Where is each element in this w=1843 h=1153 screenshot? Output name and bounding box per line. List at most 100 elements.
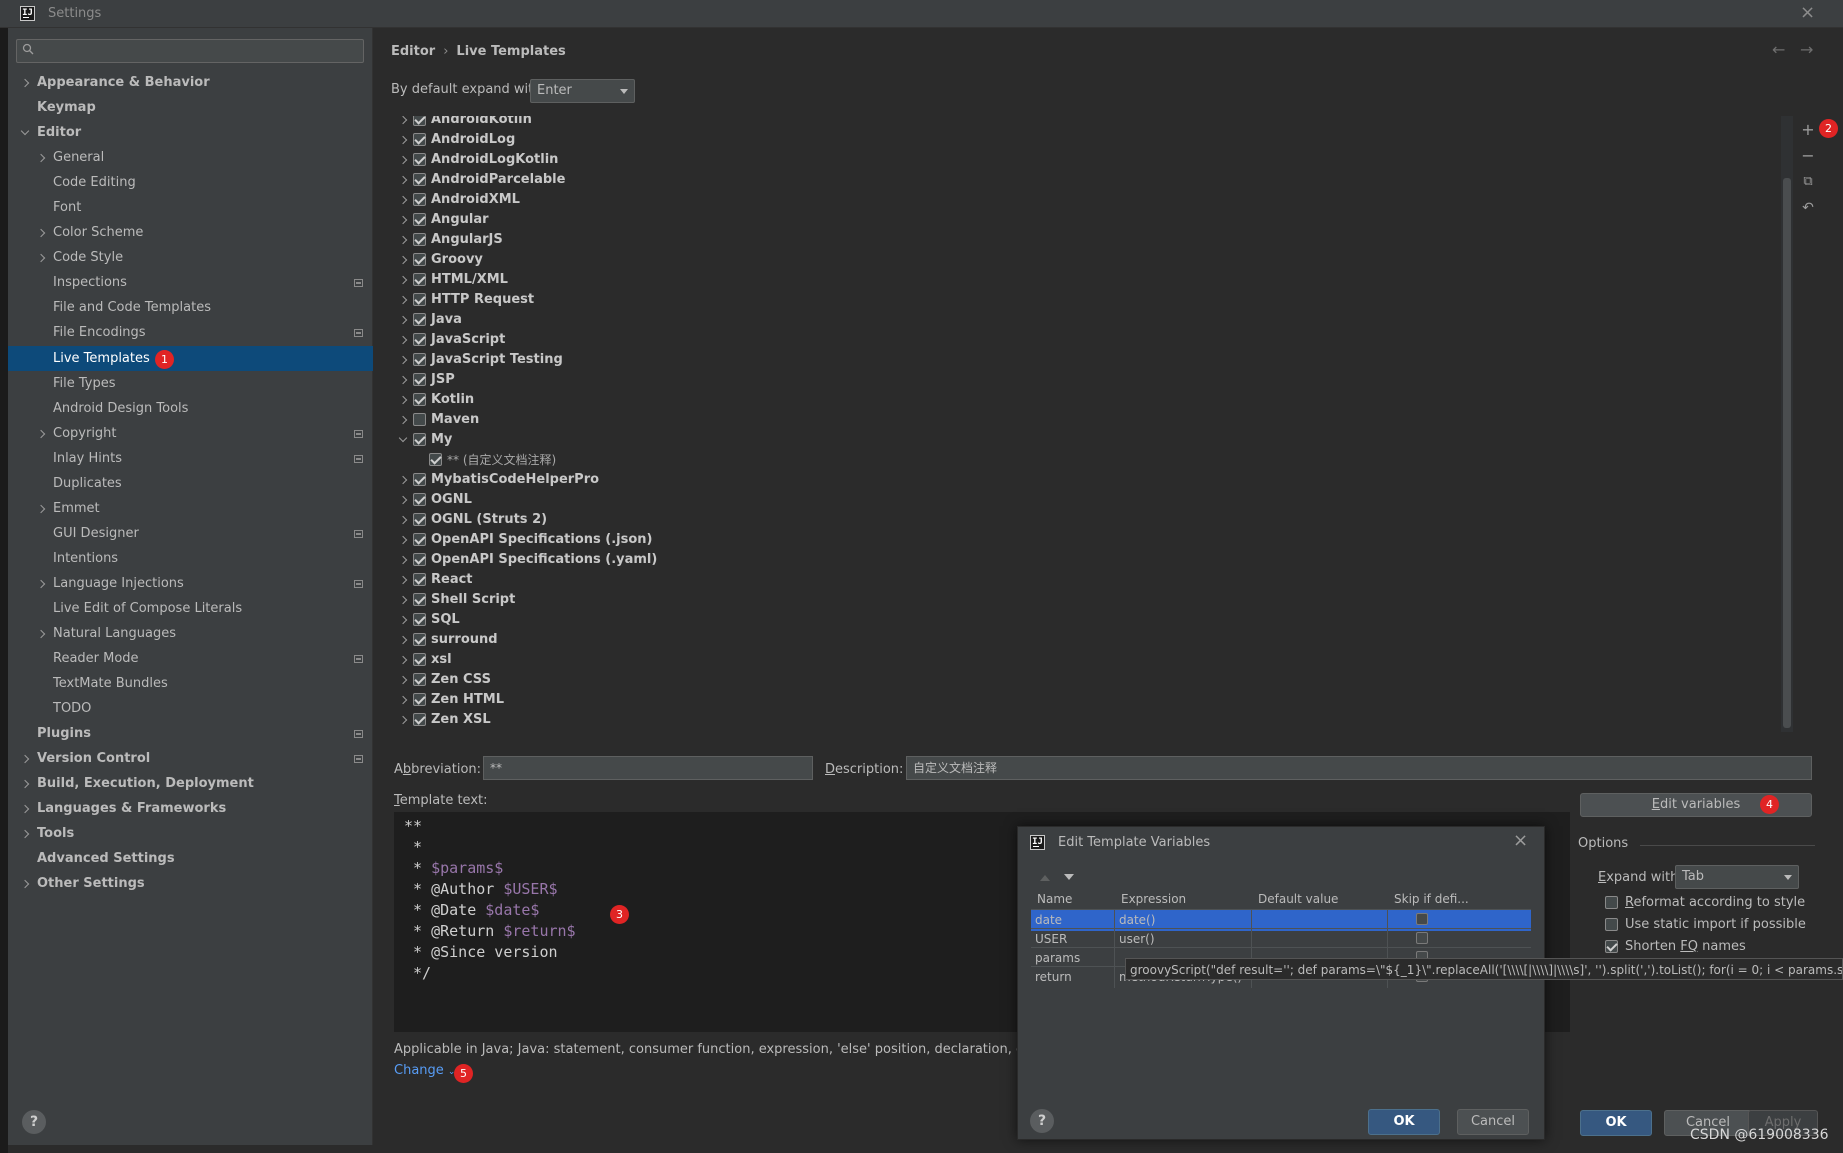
chevron-right-icon[interactable] [398, 295, 408, 305]
template-group-row[interactable]: AngularJS [391, 230, 1791, 250]
chevron-right-icon[interactable] [398, 495, 408, 505]
chevron-right-icon[interactable] [398, 415, 408, 425]
sidebar-item-file-code-templates[interactable]: File and Code Templates [53, 295, 211, 320]
abbreviation-field[interactable]: ** [483, 756, 813, 780]
template-checkbox[interactable] [413, 693, 426, 706]
template-group-row[interactable]: Zen HTML [391, 690, 1791, 710]
chevron-right-icon[interactable] [398, 235, 408, 245]
chevron-right-icon[interactable] [398, 555, 408, 565]
template-checkbox[interactable] [413, 253, 426, 266]
template-group-row[interactable]: AndroidLogKotlin [391, 150, 1791, 170]
template-checkbox[interactable] [413, 673, 426, 686]
sidebar-item-gui-designer[interactable]: GUI Designer [53, 521, 139, 546]
sidebar-item-duplicates[interactable]: Duplicates [53, 471, 122, 496]
template-group-row[interactable]: JavaScript Testing [391, 350, 1791, 370]
template-group-row[interactable]: JSP [391, 370, 1791, 390]
template-checkbox[interactable] [413, 413, 426, 426]
template-checkbox[interactable] [413, 493, 426, 506]
sidebar-item-emmet[interactable]: Emmet [53, 496, 100, 521]
template-group-row[interactable]: MybatisCodeHelperPro [391, 470, 1791, 490]
template-group-row[interactable]: Zen CSS [391, 670, 1791, 690]
sidebar-item-version-control[interactable]: Version Control [37, 746, 150, 771]
chevron-right-icon[interactable] [398, 215, 408, 225]
template-checkbox[interactable] [429, 453, 442, 466]
sidebar-item-natural-languages[interactable]: Natural Languages [53, 621, 176, 646]
variable-name-cell[interactable]: return [1031, 967, 1115, 988]
template-group-row[interactable]: OpenAPI Specifications (.json) [391, 530, 1791, 550]
sidebar-item-reader-mode[interactable]: Reader Mode [53, 646, 139, 671]
sidebar-item-live-edit-compose[interactable]: Live Edit of Compose Literals [53, 596, 242, 621]
template-group-row[interactable]: My [391, 430, 1791, 450]
template-checkbox[interactable] [413, 373, 426, 386]
reformat-checkbox[interactable] [1605, 896, 1618, 909]
skip-if-defined-checkbox[interactable] [1416, 913, 1428, 925]
chevron-right-icon[interactable] [398, 695, 408, 705]
chevron-right-icon[interactable] [398, 355, 408, 365]
move-down-icon[interactable] [1064, 874, 1074, 880]
move-up-icon[interactable] [1040, 875, 1050, 881]
template-checkbox[interactable] [413, 313, 426, 326]
sidebar-item-other-settings[interactable]: Other Settings [37, 871, 145, 896]
dialog-help-icon[interactable]: ? [1030, 1109, 1054, 1133]
template-checkbox[interactable] [413, 513, 426, 526]
skip-if-defined-checkbox[interactable] [1416, 932, 1428, 944]
template-checkbox[interactable] [413, 353, 426, 366]
template-group-row[interactable]: Groovy [391, 250, 1791, 270]
sidebar-item-file-types[interactable]: File Types [53, 371, 116, 396]
template-group-row[interactable]: Zen XSL [391, 710, 1791, 730]
expand-with-combo[interactable]: Tab [1675, 865, 1799, 889]
sidebar-item-code-editing[interactable]: Code Editing [53, 170, 136, 195]
chevron-right-icon[interactable] [398, 315, 408, 325]
template-checkbox[interactable] [413, 233, 426, 246]
template-tree-scrollbar[interactable] [1783, 178, 1791, 728]
sidebar-item-advanced-settings[interactable]: Advanced Settings [37, 846, 175, 871]
chevron-right-icon[interactable] [398, 175, 408, 185]
template-group-row[interactable]: React [391, 570, 1791, 590]
chevron-right-icon[interactable] [398, 275, 408, 285]
chevron-right-icon[interactable] [398, 675, 408, 685]
template-checkbox[interactable] [413, 433, 426, 446]
sidebar-item-tools[interactable]: Tools [37, 821, 74, 846]
template-checkbox[interactable] [413, 553, 426, 566]
breadcrumb-parent[interactable]: Editor [391, 44, 435, 59]
template-checkbox[interactable] [413, 153, 426, 166]
template-checkbox[interactable] [413, 593, 426, 606]
sidebar-item-textmate-bundles[interactable]: TextMate Bundles [53, 671, 168, 696]
sidebar-item-language-injections[interactable]: Language Injections [53, 571, 184, 596]
template-checkbox[interactable] [413, 393, 426, 406]
copy-icon[interactable]: ⧉ [1800, 174, 1816, 190]
template-checkbox[interactable] [413, 173, 426, 186]
template-checkbox[interactable] [413, 573, 426, 586]
sidebar-item-code-style[interactable]: Code Style [53, 245, 123, 270]
sidebar-item-font[interactable]: Font [53, 195, 81, 220]
chevron-right-icon[interactable] [398, 375, 408, 385]
restore-icon[interactable]: ↶ [1800, 200, 1816, 216]
template-group-row[interactable]: Kotlin [391, 390, 1791, 410]
sidebar-item-languages-frameworks[interactable]: Languages & Frameworks [37, 796, 226, 821]
template-group-row[interactable]: Shell Script [391, 590, 1791, 610]
template-group-row[interactable]: OpenAPI Specifications (.yaml) [391, 550, 1791, 570]
template-group-row[interactable]: xsl [391, 650, 1791, 670]
template-checkbox[interactable] [413, 473, 426, 486]
chevron-right-icon[interactable] [398, 595, 408, 605]
chevron-right-icon[interactable] [398, 655, 408, 665]
sidebar-item-appearance[interactable]: Appearance & Behavior [37, 70, 210, 95]
chevron-right-icon[interactable] [398, 116, 408, 125]
template-group-row[interactable]: AndroidXML [391, 190, 1791, 210]
template-group-row[interactable]: OGNL [391, 490, 1791, 510]
chevron-right-icon[interactable] [398, 395, 408, 405]
column-header-default[interactable]: Default value [1252, 889, 1338, 909]
dialog-close-icon[interactable]: × [1513, 830, 1528, 851]
template-checkbox[interactable] [413, 333, 426, 346]
params-expression-editor[interactable]: groovyScript("def result=''; def params=… [1125, 958, 1843, 980]
sidebar-item-copyright[interactable]: Copyright [53, 421, 117, 446]
template-group-row[interactable]: JavaScript [391, 330, 1791, 350]
sidebar-item-keymap[interactable]: Keymap [37, 95, 96, 120]
sidebar-item-file-encodings[interactable]: File Encodings [53, 320, 146, 345]
column-header-skip[interactable]: Skip if defi... [1388, 889, 1469, 909]
template-group-row[interactable]: Angular [391, 210, 1791, 230]
template-group-row[interactable]: AndroidParcelable [391, 170, 1791, 190]
dialog-ok-button[interactable]: OK [1368, 1109, 1440, 1135]
template-checkbox[interactable] [413, 713, 426, 726]
chevron-right-icon[interactable] [398, 335, 408, 345]
